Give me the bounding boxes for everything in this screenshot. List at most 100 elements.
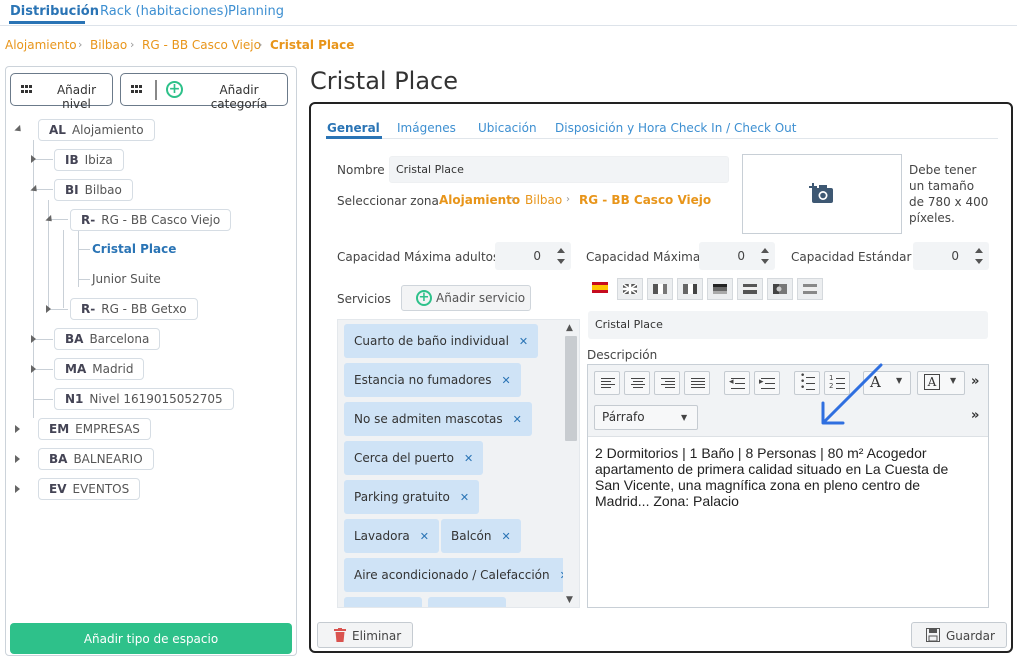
collapse-caret-icon[interactable] (14, 124, 24, 135)
italy-flag-icon[interactable] (677, 278, 703, 300)
remove-icon[interactable]: ✕ (501, 530, 510, 543)
align-center-icon[interactable] (624, 371, 650, 395)
align-justify-icon[interactable] (684, 371, 710, 395)
photo-upload[interactable] (742, 154, 902, 234)
plus-circle-icon: + (166, 81, 183, 98)
spinner-arrows-icon[interactable] (761, 248, 769, 264)
chevron-down-icon: ▼ (681, 413, 688, 422)
name-input[interactable]: Cristal Place (389, 156, 729, 183)
expand-caret-icon[interactable] (31, 365, 36, 373)
description-text[interactable]: 2 Dormitorios | 1 Baño | 8 Personas | 80… (595, 445, 975, 509)
translated-name-input[interactable]: Cristal Place (588, 311, 988, 339)
indent-icon[interactable]: ▸ (754, 371, 780, 395)
zone-path-item[interactable]: Bilbao (525, 193, 562, 207)
tab-imagenes[interactable]: Imágenes (397, 121, 456, 135)
expand-caret-icon[interactable] (15, 425, 20, 433)
scroll-down-icon[interactable]: ▼ (566, 595, 573, 605)
remove-icon[interactable]: ✕ (519, 335, 528, 348)
chevron-down-icon: ▼ (896, 376, 903, 385)
tree-node-empresas[interactable]: EM EMPRESAS (38, 418, 151, 440)
zone-path-item[interactable]: RG - BB Casco Viejo (579, 193, 711, 207)
remove-icon[interactable]: ✕ (502, 374, 511, 387)
add-space-type-button[interactable]: Añadir tipo de espacio (10, 623, 292, 654)
expand-caret-icon[interactable] (31, 155, 36, 163)
service-chip (344, 597, 422, 607)
breadcrumb-item[interactable]: Alojamiento (5, 38, 77, 52)
paragraph-format-select[interactable]: Párrafo ▼ (594, 405, 698, 430)
more-tools-icon[interactable]: » (971, 408, 979, 423)
align-right-icon[interactable] (654, 371, 680, 395)
france-flag-icon[interactable] (647, 278, 673, 300)
tree-node-nivel[interactable]: N1 Nivel 1619015052705 (54, 388, 234, 410)
breadcrumb-item[interactable]: RG - BB Casco Viejo (142, 38, 261, 52)
bg-color-icon: A (924, 374, 940, 390)
expand-caret-icon[interactable] (31, 335, 36, 343)
expand-caret-icon[interactable] (15, 455, 20, 463)
service-name: Cuarto de baño individual (354, 334, 509, 348)
chevron-right-icon: › (78, 38, 83, 51)
tree-node-junior-suite[interactable]: Junior Suite (92, 272, 161, 286)
add-level-button[interactable]: Añadir nivel (10, 73, 113, 111)
scrollbar-thumb[interactable] (565, 336, 577, 441)
capacity-label: Capacidad Máxima (586, 250, 701, 264)
services-label: Servicios (337, 292, 391, 306)
tab-ubicacion[interactable]: Ubicación (478, 121, 537, 135)
add-category-button[interactable]: + Añadir categoría (120, 73, 288, 111)
scroll-up-icon[interactable]: ▲ (566, 323, 573, 333)
tree-line (33, 159, 53, 160)
spinner-arrows-icon[interactable] (975, 248, 983, 264)
add-level-label: Añadir nivel (56, 83, 97, 111)
expand-caret-icon[interactable] (46, 305, 51, 313)
collapse-caret-icon[interactable] (45, 214, 55, 225)
more-tools-icon[interactable]: » (971, 374, 979, 389)
node-label: RG - BB Casco Viejo (101, 213, 221, 227)
tree-node-balneario[interactable]: BA BALNEARIO (38, 448, 154, 470)
tree-node-barcelona[interactable]: BA Barcelona (54, 328, 161, 350)
align-left-icon[interactable] (594, 371, 620, 395)
grid-icon (131, 85, 143, 95)
tree-node-cristal-place[interactable]: Cristal Place (92, 242, 176, 256)
remove-icon[interactable]: ✕ (420, 530, 429, 543)
spinner-arrows-icon[interactable] (557, 248, 565, 264)
tree-line (33, 339, 53, 340)
chevron-right-icon: › (258, 38, 263, 51)
tab-disposicion[interactable]: Disposición y Hora Check In / Check Out (555, 121, 796, 135)
collapse-caret-icon[interactable] (30, 184, 40, 195)
tab-planning[interactable]: Planning (228, 4, 284, 19)
tree-node-bilbao[interactable]: BI Bilbao (54, 179, 133, 201)
tree-node-ibiza[interactable]: IB Ibiza (54, 149, 124, 171)
netherlands-flag-icon[interactable] (737, 278, 763, 300)
scrollbar[interactable]: ▲ ▼ (563, 320, 579, 607)
tree-node-alojamiento[interactable]: AL Alojamiento (38, 119, 155, 141)
tab-distribucion[interactable]: Distribución (10, 4, 99, 19)
spain-flag-icon[interactable] (592, 282, 608, 293)
delete-button[interactable]: Eliminar (317, 622, 413, 648)
tab-general[interactable]: General (327, 121, 380, 135)
tree-node-madrid[interactable]: MA Madrid (54, 358, 145, 380)
zone-path-item[interactable]: Alojamiento (439, 193, 520, 207)
expand-caret-icon[interactable] (15, 485, 20, 493)
uk-flag-icon[interactable] (617, 278, 643, 300)
tab-divider (326, 138, 998, 139)
outdent-icon[interactable]: ◂ (724, 371, 750, 395)
standard-capacity-stepper[interactable]: 0 (913, 242, 989, 270)
service-chip: Aire acondicionado / Calefacción✕ (344, 558, 579, 592)
add-service-button[interactable]: + Añadir servicio (401, 285, 531, 311)
select-value: Párrafo (602, 410, 645, 424)
remove-icon[interactable]: ✕ (513, 413, 522, 426)
services-list[interactable]: Cuarto de baño individual ✕ Estancia no f… (337, 319, 580, 608)
germany-flag-icon[interactable] (707, 278, 733, 300)
breadcrumb-item[interactable]: Bilbao (90, 38, 127, 52)
tree-node-eventos[interactable]: EV EVENTOS (38, 478, 141, 500)
max-capacity-stepper[interactable]: 0 (699, 242, 775, 270)
remove-icon[interactable]: ✕ (464, 452, 473, 465)
background-color-dropdown[interactable]: A ▼ (917, 371, 965, 395)
save-button[interactable]: Guardar (911, 622, 1007, 648)
tree-node-getxo[interactable]: R- RG - BB Getxo (70, 298, 198, 320)
portugal-flag-icon[interactable] (767, 278, 793, 300)
remove-icon[interactable]: ✕ (460, 491, 469, 504)
tree-node-casco-viejo[interactable]: R- RG - BB Casco Viejo (70, 209, 232, 231)
tab-rack[interactable]: Rack (habitaciones) (100, 4, 229, 19)
catalan-flag-icon[interactable] (797, 278, 823, 300)
max-adults-stepper[interactable]: 0 (495, 242, 571, 270)
